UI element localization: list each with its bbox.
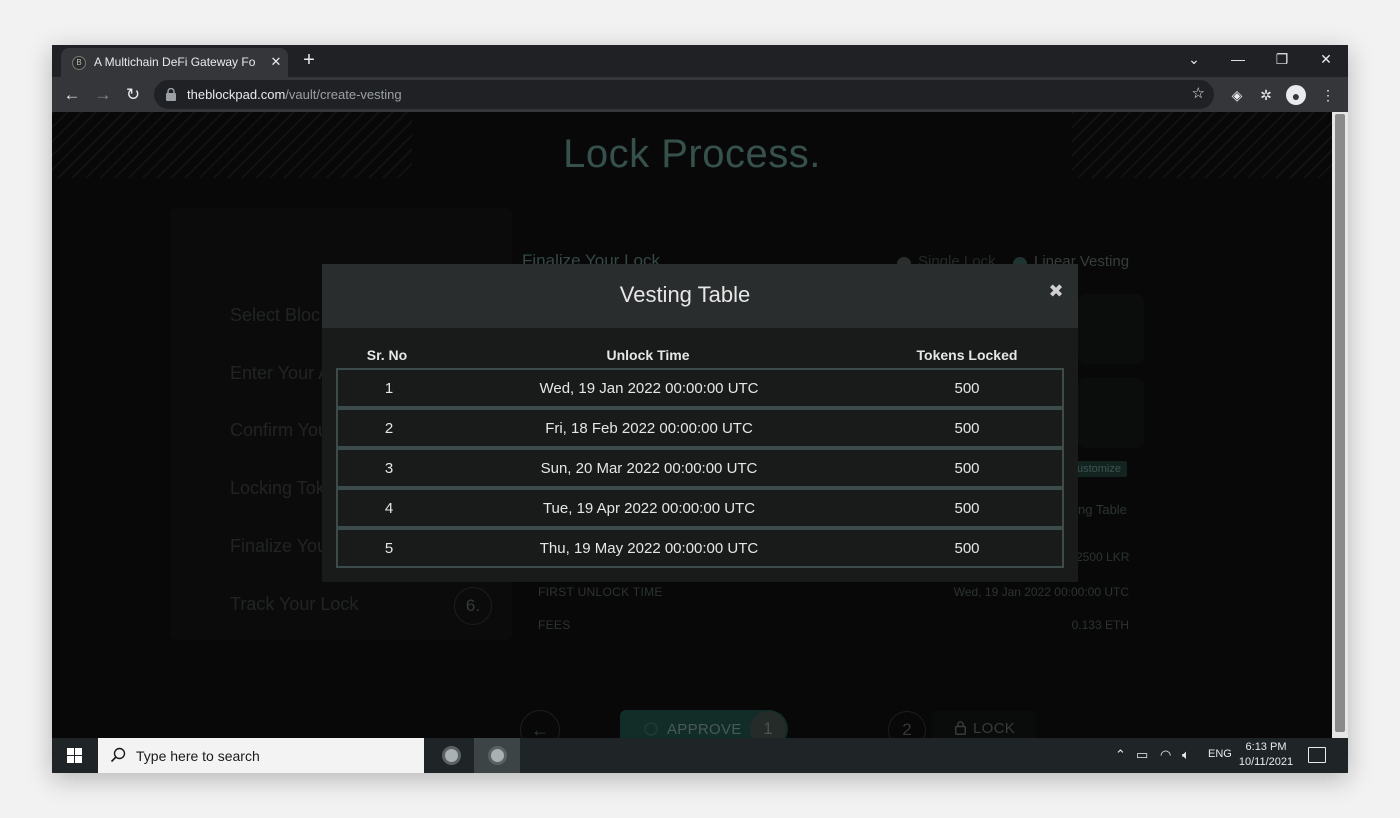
taskbar-search-box[interactable]: Type here to search [98, 738, 424, 773]
taskbar-app-chrome[interactable] [428, 738, 474, 773]
windows-start-icon[interactable] [67, 748, 82, 763]
cell-sr-no: 5 [384, 540, 394, 557]
cell-unlock-time: Tue, 19 Apr 2022 00:00:00 UTC [542, 500, 756, 517]
wifi-icon[interactable]: ◠ [1160, 747, 1171, 763]
close-window-button[interactable]: ✕ [1304, 45, 1348, 73]
minimize-button[interactable]: — [1216, 45, 1260, 73]
address-bar[interactable]: theblockpad.com/vault/create-vesting ☆ [154, 80, 1214, 109]
language-indicator[interactable]: ENG [1208, 748, 1232, 760]
cell-unlock-time: Thu, 19 May 2022 00:00:00 UTC [539, 540, 759, 557]
cell-sr-no: 3 [384, 460, 394, 477]
battery-icon[interactable]: ▭ [1136, 747, 1148, 763]
url-path: /vault/create-vesting [285, 87, 402, 102]
chrome-icon [442, 746, 461, 765]
site-favicon-icon: B [72, 56, 86, 70]
notifications-icon[interactable] [1308, 747, 1326, 763]
cell-sr-no: 2 [384, 420, 394, 437]
cell-unlock-time: Wed, 19 Jan 2022 00:00:00 UTC [539, 380, 759, 397]
browser-window: B A Multichain DeFi Gateway For Th ✕ + ⌄… [52, 45, 1348, 773]
modal-header: Vesting Table ✖ [322, 264, 1078, 328]
scrollbar-thumb[interactable] [1335, 114, 1345, 732]
chrome-profile-icon [488, 746, 507, 765]
modal-close-icon[interactable]: ✖ [1045, 280, 1067, 302]
table-row: 3 Sun, 20 Mar 2022 00:00:00 UTC 500 [336, 448, 1064, 488]
tab-strip: B A Multichain DeFi Gateway For Th ✕ + ⌄… [52, 45, 1348, 77]
table-row: 2 Fri, 18 Feb 2022 00:00:00 UTC 500 [336, 408, 1064, 448]
vesting-table-modal: Vesting Table ✖ Sr. No Unlock Time Token… [322, 264, 1078, 582]
cell-tokens-locked: 500 [954, 500, 980, 517]
cell-tokens-locked: 500 [954, 460, 980, 477]
browser-tab[interactable]: B A Multichain DeFi Gateway For Th ✕ [61, 48, 288, 77]
table-row: 4 Tue, 19 Apr 2022 00:00:00 UTC 500 [336, 488, 1064, 528]
column-header-unlock-time: Unlock Time [606, 347, 690, 363]
bookmark-star-icon[interactable]: ☆ [1192, 84, 1205, 104]
taskbar-app-chrome-profile[interactable] [474, 738, 520, 773]
search-icon [110, 747, 126, 763]
back-nav-icon[interactable]: ← [60, 83, 84, 107]
clock-time: 6:13 PM [1245, 741, 1287, 753]
clock-date: 10/11/2021 [1238, 756, 1294, 768]
restore-button[interactable]: ❐ [1260, 45, 1304, 73]
url-host: theblockpad.com [187, 87, 286, 102]
padlock-icon [166, 88, 176, 101]
modal-title: Vesting Table [619, 282, 751, 307]
url-text: theblockpad.com/vault/create-vesting [187, 87, 402, 102]
reload-icon[interactable]: ↻ [121, 83, 145, 107]
page-scrollbar[interactable] [1332, 112, 1348, 738]
tab-close-icon[interactable]: ✕ [268, 54, 284, 70]
taskbar-clock[interactable]: 6:13 PM 10/11/2021 [1238, 740, 1294, 770]
metamask-extension-icon[interactable]: ◈ [1226, 84, 1248, 106]
cell-unlock-time: Sun, 20 Mar 2022 00:00:00 UTC [540, 460, 758, 477]
browser-toolbar: ← → ↻ theblockpad.com/vault/create-vesti… [52, 77, 1348, 112]
cell-unlock-time: Fri, 18 Feb 2022 00:00:00 UTC [545, 420, 753, 437]
os-taskbar: Type here to search ⌃ ▭ ◠ 🔈︎ ENG 6:13 PM… [52, 738, 1348, 773]
page-content: Lock Process. Select Bloc Enter Your A C… [52, 112, 1332, 738]
cell-sr-no: 4 [384, 500, 394, 517]
table-row: 1 Wed, 19 Jan 2022 00:00:00 UTC 500 [336, 368, 1064, 408]
cell-tokens-locked: 500 [954, 540, 980, 557]
forward-nav-icon[interactable]: → [91, 83, 115, 107]
tab-search-chevron-icon[interactable]: ⌄ [1172, 45, 1216, 73]
tab-title: A Multichain DeFi Gateway For Th [94, 55, 256, 69]
cell-tokens-locked: 500 [954, 380, 980, 397]
column-header-tokens-locked: Tokens Locked [916, 347, 1018, 363]
new-tab-button[interactable]: + [297, 49, 321, 73]
cell-tokens-locked: 500 [954, 420, 980, 437]
menu-kebab-icon[interactable]: ⋮ [1317, 84, 1339, 106]
extensions-puzzle-icon[interactable]: ✲ [1255, 84, 1277, 106]
column-header-sr-no: Sr. No [366, 347, 408, 363]
cell-sr-no: 1 [384, 380, 394, 397]
volume-icon[interactable]: 🔈︎ [1182, 747, 1190, 763]
tray-chevron-up-icon[interactable]: ⌃ [1115, 747, 1126, 763]
search-placeholder: Type here to search [136, 748, 260, 764]
profile-avatar-icon[interactable]: ● [1286, 85, 1306, 105]
table-row: 5 Thu, 19 May 2022 00:00:00 UTC 500 [336, 528, 1064, 568]
